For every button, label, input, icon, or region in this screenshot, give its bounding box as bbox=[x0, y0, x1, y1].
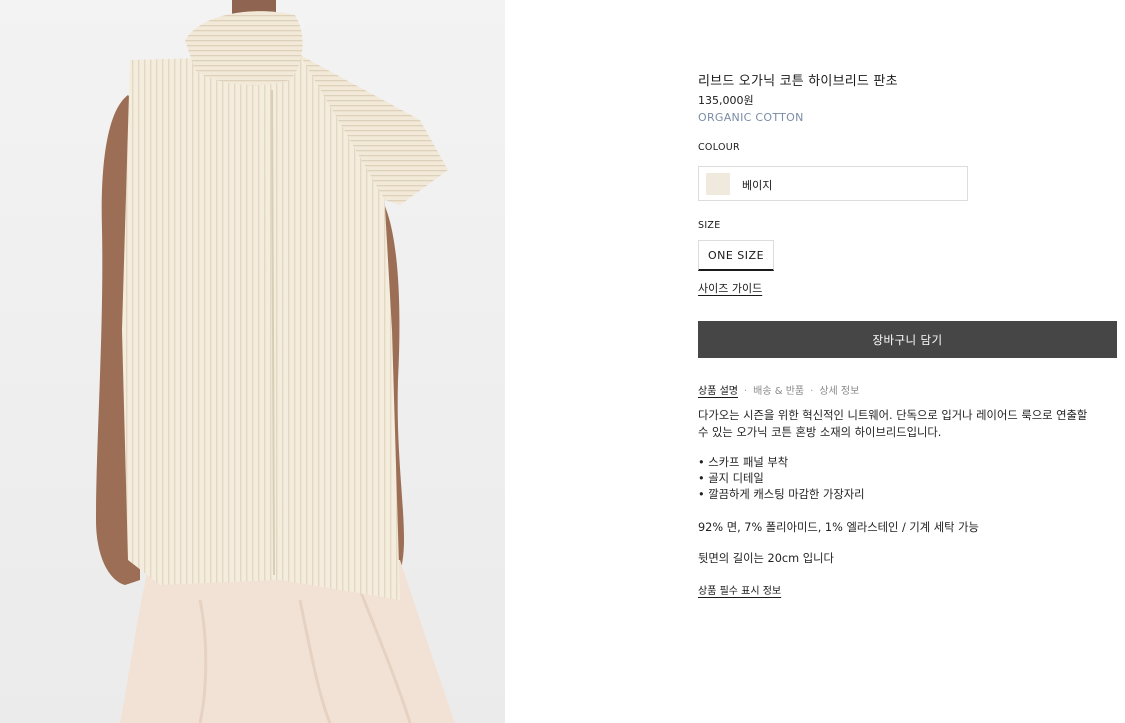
description-line: 다가오는 시즌을 위한 혁신적인 니트웨어. 단독으로 입거나 레이어드 룩으로… bbox=[698, 409, 1088, 422]
add-to-cart-label: 장바구니 담기 bbox=[872, 333, 943, 347]
scarf-collar bbox=[185, 11, 303, 86]
model-photo-illustration bbox=[96, 0, 455, 723]
product-title: 리브드 오가닉 코튼 하이브리드 판초 bbox=[698, 74, 898, 89]
tab-separator: · bbox=[743, 386, 748, 397]
product-material: ORGANIC COTTON bbox=[698, 111, 804, 124]
required-info-link[interactable]: 상품 필수 표시 정보 bbox=[698, 582, 781, 597]
composition-text: 92% 면, 7% 폴리아미드, 1% 엘라스테인 / 기계 세탁 가능 bbox=[698, 521, 979, 534]
colour-name: 베이지 bbox=[742, 179, 773, 192]
product-price: 135,000원 bbox=[698, 94, 754, 107]
product-description: 다가오는 시즌을 위한 혁신적인 니트웨어. 단독으로 입거나 레이어드 룩으로… bbox=[698, 407, 1118, 441]
feature-list: • 스카프 패널 부착 • 골지 디테일 • 깔끔하게 캐스팅 마감한 가장자리 bbox=[698, 455, 865, 503]
tab-details[interactable]: 상세 정보 bbox=[819, 386, 859, 397]
size-option-one-size[interactable]: ONE SIZE bbox=[698, 240, 774, 271]
colour-swatch bbox=[706, 173, 730, 195]
description-line: 수 있는 오가닉 코튼 혼방 소재의 하이브리드입니다. bbox=[698, 426, 942, 439]
product-image bbox=[0, 0, 505, 723]
tab-shipping-returns[interactable]: 배송 & 반품 bbox=[753, 386, 804, 397]
size-option-label: ONE SIZE bbox=[707, 249, 765, 262]
tab-separator: · bbox=[810, 386, 814, 397]
size-label: SIZE bbox=[698, 220, 721, 231]
tab-product-description[interactable]: 상품 설명 bbox=[698, 386, 738, 397]
size-guide-link[interactable]: 사이즈 가이드 bbox=[698, 280, 762, 296]
product-detail-tabs: 상품 설명 · 배송 & 반품 · 상세 정보 bbox=[698, 382, 859, 397]
length-note: 뒷면의 길이는 20cm 입니다 bbox=[698, 552, 834, 565]
colour-label: COLOUR bbox=[698, 142, 740, 153]
feature-item: • 깔끔하게 캐스팅 마감한 가장자리 bbox=[698, 488, 865, 501]
feature-item: • 골지 디테일 bbox=[698, 472, 764, 485]
feature-item: • 스카프 패널 부착 bbox=[698, 456, 789, 469]
add-to-cart-button[interactable]: 장바구니 담기 bbox=[698, 321, 1117, 358]
colour-selector[interactable]: 베이지 bbox=[698, 166, 968, 201]
